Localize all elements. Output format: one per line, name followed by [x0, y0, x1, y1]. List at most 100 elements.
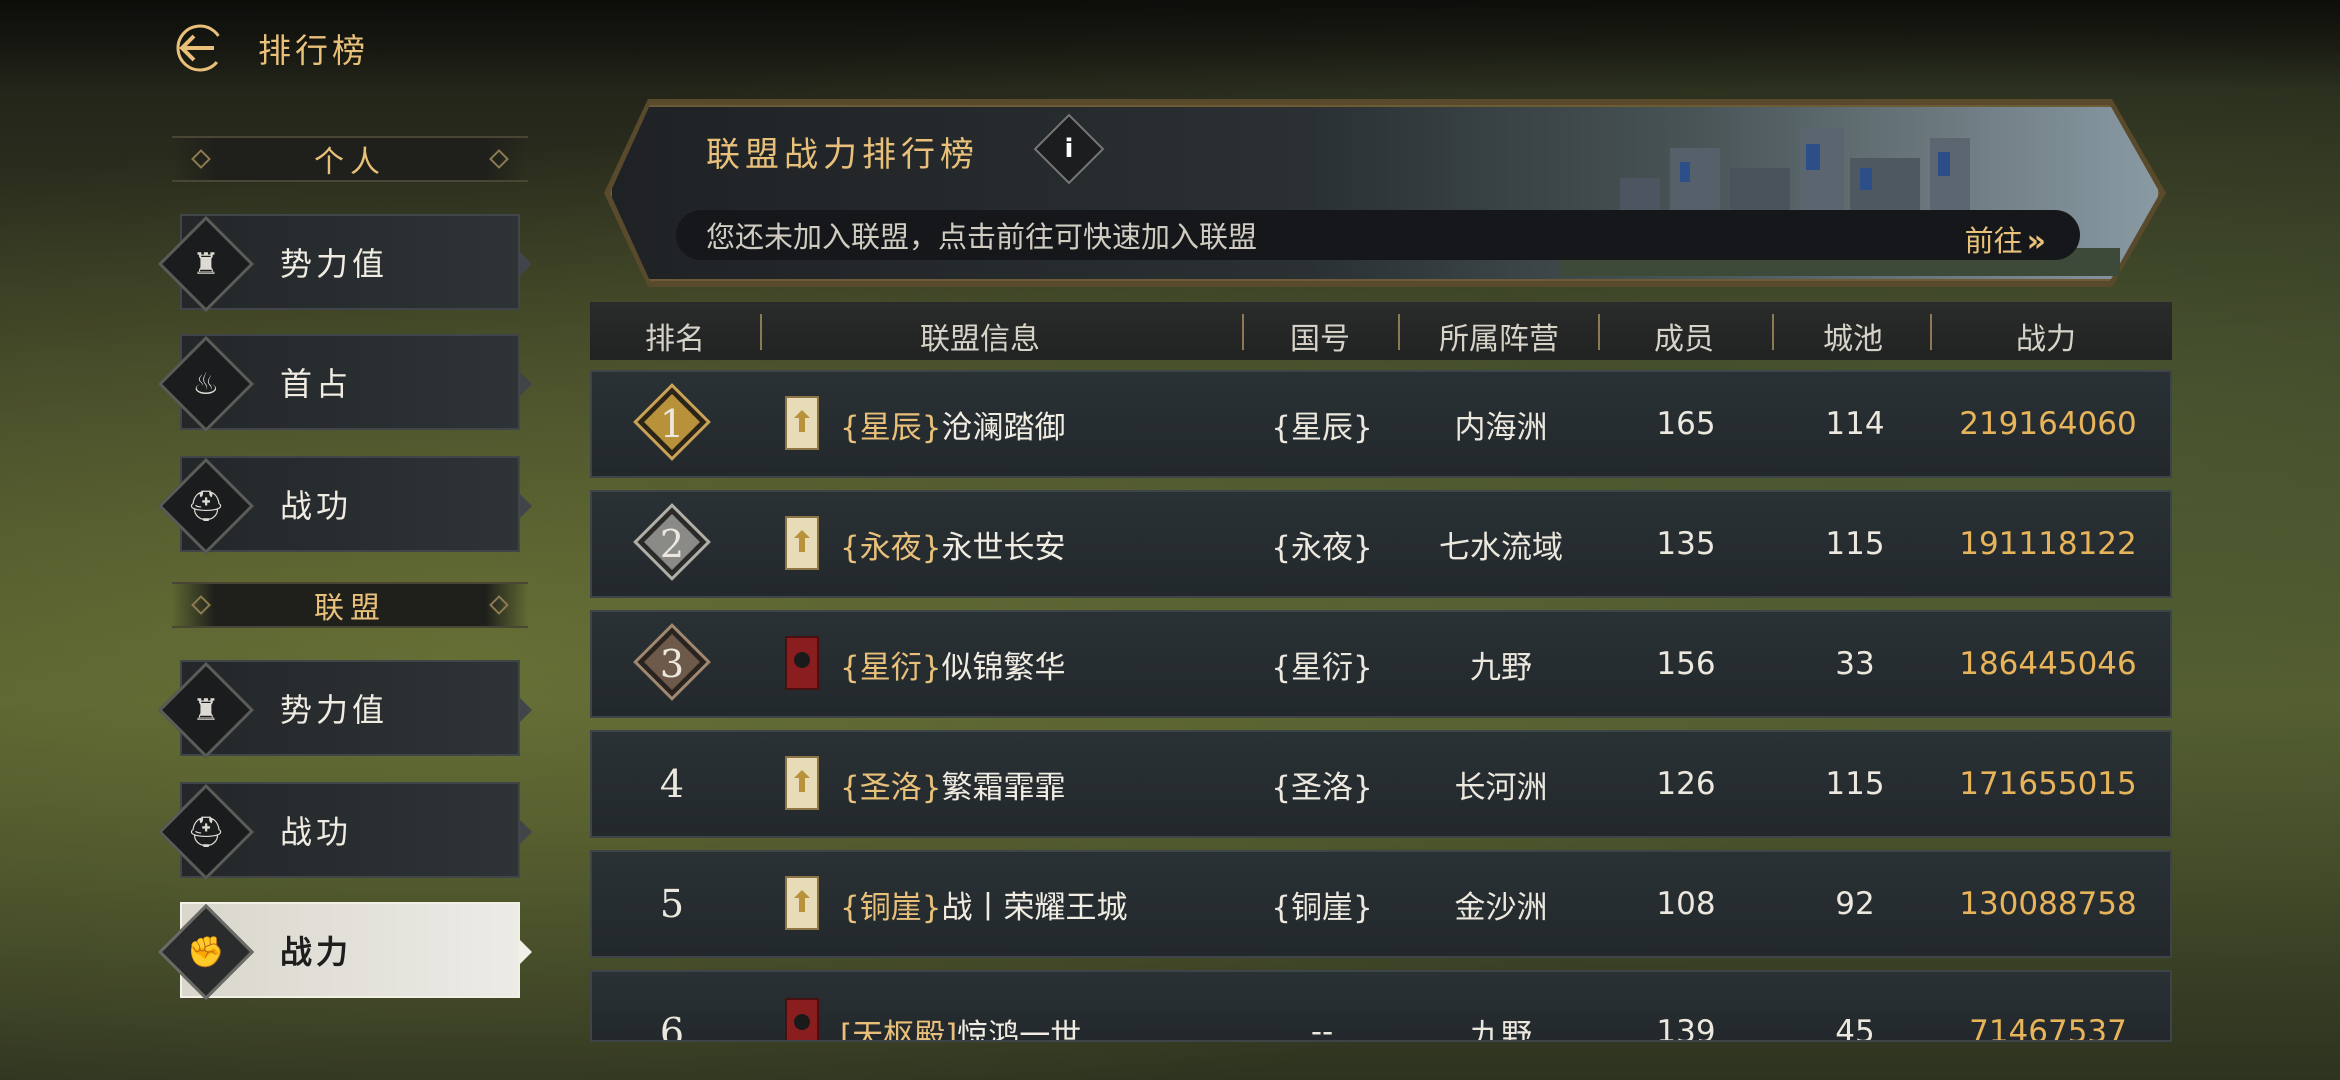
power-cell: 186445046 [1959, 646, 2137, 682]
country-cell: {星辰} [1271, 409, 1373, 446]
power-cell: 219164060 [1959, 406, 2137, 442]
members-cell: 156 [1656, 646, 1716, 682]
camp-cell: 九野 [1470, 649, 1532, 686]
alliance-flag-icon [785, 396, 819, 450]
sidebar-item-label: 首占 [280, 365, 353, 403]
country-cell: {永夜} [1271, 529, 1373, 566]
castle-icon: ♜ [157, 661, 255, 759]
alliance-tag: [天枢殿] [840, 1017, 958, 1042]
members-cell: 126 [1656, 766, 1716, 802]
column-header-camp: 所属阵营 [1439, 322, 1559, 357]
ornament-icon [489, 595, 509, 615]
column-header-members: 成员 [1654, 322, 1714, 357]
rank-number: 4 [659, 762, 685, 806]
cities-cell: 114 [1825, 406, 1885, 442]
banner-title: 联盟战力排行榜 [706, 135, 979, 175]
members-cell: 139 [1656, 1014, 1716, 1042]
country-cell: {圣洛} [1271, 769, 1373, 806]
alliance-tag: {星衍} [840, 649, 942, 686]
power-cell: 71467537 [1969, 1014, 2127, 1042]
alliance-title: 沧澜踏御 [941, 409, 1066, 446]
alliance-name: {铜崖} 战丨荣耀王城 [840, 852, 1127, 956]
alliance-name: {圣洛} 繁霜霏霏 [840, 732, 1065, 836]
goto-label: 前往 [1964, 224, 2023, 258]
sidebar-item-personal-influence[interactable]: ♜ 势力值 [157, 214, 532, 313]
sidebar-item-personal-first-occupy[interactable]: ♨ 首占 [157, 334, 532, 433]
column-header-rank: 排名 [645, 322, 705, 357]
sidebar-item-label: 势力值 [280, 245, 389, 283]
camp-cell: 长河洲 [1454, 769, 1548, 806]
sidebar-item-alliance-influence[interactable]: ♜ 势力值 [157, 660, 532, 759]
cities-cell: 115 [1825, 766, 1885, 802]
alliance-tag: {永夜} [840, 529, 942, 566]
sidebar-group-label: 个人 [314, 145, 386, 180]
members-cell: 108 [1656, 886, 1716, 922]
alliance-flag-icon [785, 516, 819, 570]
helmet-icon: ⛑ [157, 457, 255, 555]
sidebar-item-personal-merit[interactable]: ⛑ 战功 [157, 456, 532, 555]
alliance-name: [天枢殿] 惊鸿一世 [840, 980, 1081, 1042]
cities-cell: 33 [1835, 646, 1875, 682]
sidebar-item-label: 战力 [280, 933, 353, 971]
alliance-title: 似锦繁华 [941, 649, 1066, 686]
sidebar-group-label: 联盟 [314, 591, 386, 626]
double-chevron-right-icon: » [2026, 224, 2046, 259]
table-row[interactable]: 3 {星衍} 似锦繁华 {星衍} 九野 156 33 186445046 [590, 610, 2172, 718]
alliance-flag-icon [785, 636, 819, 690]
back-button[interactable] [170, 20, 226, 76]
country-cell: -- [1310, 1014, 1334, 1042]
sidebar-group-personal: 个人 [172, 136, 528, 182]
members-cell: 165 [1656, 406, 1716, 442]
table-row[interactable]: 5 {铜崖} 战丨荣耀王城 {铜崖} 金沙洲 108 92 130088758 [590, 850, 2172, 958]
column-header-cities: 城池 [1823, 322, 1883, 357]
power-cell: 130088758 [1959, 886, 2137, 922]
column-header-power: 战力 [2016, 322, 2076, 357]
power-cell: 191118122 [1959, 526, 2137, 562]
camp-cell: 七水流域 [1439, 529, 1563, 566]
cities-cell: 45 [1835, 1014, 1875, 1042]
sidebar-item-alliance-merit[interactable]: ⛑ 战功 [157, 782, 532, 881]
alliance-flag-icon [785, 998, 819, 1040]
table-row[interactable]: 4 {圣洛} 繁霜霏霏 {圣洛} 长河洲 126 115 171655015 [590, 730, 2172, 838]
table-row[interactable]: 1 {星辰} 沧澜踏御 {星辰} 内海洲 165 114 219164060 [590, 370, 2172, 478]
ornament-icon [191, 595, 211, 615]
alliance-flag-icon [785, 756, 819, 810]
back-arrow-icon [176, 24, 224, 72]
rank-number: 2 [659, 522, 685, 566]
table-header: 排名 联盟信息 国号 所属阵营 成员 城池 战力 [590, 302, 2172, 360]
join-alliance-notice[interactable]: 您还未加入联盟，点击前往可快速加入联盟 前往» [676, 210, 2080, 260]
power-cell: 171655015 [1959, 766, 2137, 802]
camp-cell: 九野 [1470, 1017, 1532, 1042]
alliance-tag: {星辰} [840, 409, 942, 446]
table-row[interactable]: 6 [天枢殿] 惊鸿一世 -- 九野 139 45 71467537 [590, 970, 2172, 1042]
alliance-title: 战丨荣耀王城 [941, 889, 1128, 926]
column-header-alliance-info: 联盟信息 [920, 322, 1040, 357]
notice-text: 您还未加入联盟，点击前往可快速加入联盟 [706, 220, 1258, 254]
sidebar-group-alliance: 联盟 [172, 582, 528, 628]
column-header-country: 国号 [1290, 322, 1350, 357]
alliance-tag: {圣洛} [840, 769, 942, 806]
sidebar-item-label: 势力值 [280, 691, 389, 729]
rank-number: 5 [659, 882, 685, 926]
members-cell: 135 [1656, 526, 1716, 562]
ornament-icon [191, 149, 211, 169]
goto-button[interactable]: 前往» [1965, 218, 2046, 260]
alliance-tag: {铜崖} [840, 889, 942, 926]
alliance-name: {永夜} 永世长安 [840, 492, 1065, 596]
sidebar-item-label: 战功 [280, 813, 353, 851]
table-row[interactable]: 2 {永夜} 永世长安 {永夜} 七水流域 135 115 191118122 [590, 490, 2172, 598]
alliance-flag-icon [785, 876, 819, 930]
helmet-icon: ⛑ [157, 783, 255, 881]
country-cell: {星衍} [1271, 649, 1373, 686]
cities-cell: 92 [1835, 886, 1875, 922]
camp-cell: 内海洲 [1454, 409, 1548, 446]
info-icon: i [1064, 134, 1074, 164]
fist-icon: ✊ [157, 903, 255, 1001]
alliance-name: {星衍} 似锦繁华 [840, 612, 1065, 716]
rank-number: 6 [659, 1010, 685, 1042]
sidebar-item-label: 战功 [280, 487, 353, 525]
cities-cell: 115 [1825, 526, 1885, 562]
sidebar-item-alliance-power[interactable]: ✊ 战力 [157, 902, 532, 1001]
alliance-title: 繁霜霏霏 [941, 769, 1066, 806]
alliance-title: 永世长安 [941, 529, 1066, 566]
